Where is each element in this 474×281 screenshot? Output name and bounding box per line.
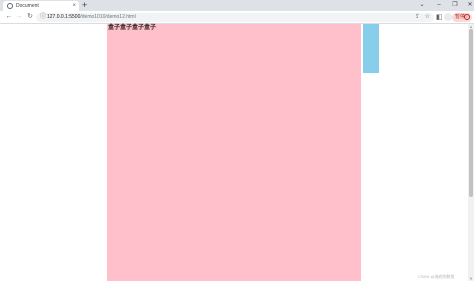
- reload-button[interactable]: ↻: [25, 12, 35, 22]
- side-panel-icon[interactable]: ◧: [436, 12, 443, 23]
- box-text: 盒子盒子盒子盒子: [108, 25, 157, 31]
- back-button[interactable]: ←: [4, 12, 14, 22]
- close-icon[interactable]: ×: [72, 2, 76, 10]
- maximize-button[interactable]: ❐: [448, 0, 462, 11]
- browser-window: Document × + ⌄ – ❐ ✕ ← → ↻ ⓘ 127.0.0.1:5…: [0, 0, 474, 281]
- forward-button[interactable]: →: [14, 12, 24, 22]
- profile-avatar[interactable]: [444, 13, 452, 21]
- url-path: /demo1010/demo12.html: [80, 14, 136, 20]
- vertical-scrollbar[interactable]: ▲ ▼: [468, 24, 474, 281]
- address-bar[interactable]: ⓘ 127.0.0.1:5500/demo1010/demo12.html ⇪ …: [36, 13, 434, 22]
- page-viewport: 盒子盒子盒子盒子: [0, 24, 474, 281]
- tab-strip: Document × + ⌄ – ❐ ✕: [0, 0, 474, 11]
- info-icon: i: [464, 14, 470, 20]
- scroll-down-arrow-icon[interactable]: ▼: [469, 276, 473, 281]
- minimize-button[interactable]: –: [432, 0, 446, 11]
- share-icon[interactable]: ⇪: [415, 13, 420, 22]
- url-text[interactable]: 127.0.0.1:5500/demo1010/demo12.html: [47, 13, 136, 22]
- globe-icon: [7, 3, 13, 9]
- bookmark-star-icon[interactable]: ☆: [425, 13, 430, 22]
- tab-title: Document: [16, 3, 39, 9]
- url-host: 127.0.0.1:5500: [47, 14, 81, 20]
- tab-search-icon[interactable]: ⌄: [415, 0, 429, 11]
- scroll-thumb[interactable]: [469, 29, 473, 197]
- close-window-button[interactable]: ✕: [463, 0, 474, 11]
- browser-toolbar: ← → ↻ ⓘ 127.0.0.1:5500/demo1010/demo12.h…: [0, 11, 474, 24]
- watermark: CSDN @海底的鲸鱼: [418, 274, 455, 279]
- pause-button[interactable]: 暂停 i: [452, 13, 472, 22]
- blue-box: [363, 24, 379, 73]
- new-tab-button[interactable]: +: [82, 0, 87, 11]
- tab-document[interactable]: Document ×: [3, 1, 79, 11]
- site-info-icon[interactable]: ⓘ: [40, 13, 46, 22]
- pink-box: 盒子盒子盒子盒子: [107, 24, 361, 281]
